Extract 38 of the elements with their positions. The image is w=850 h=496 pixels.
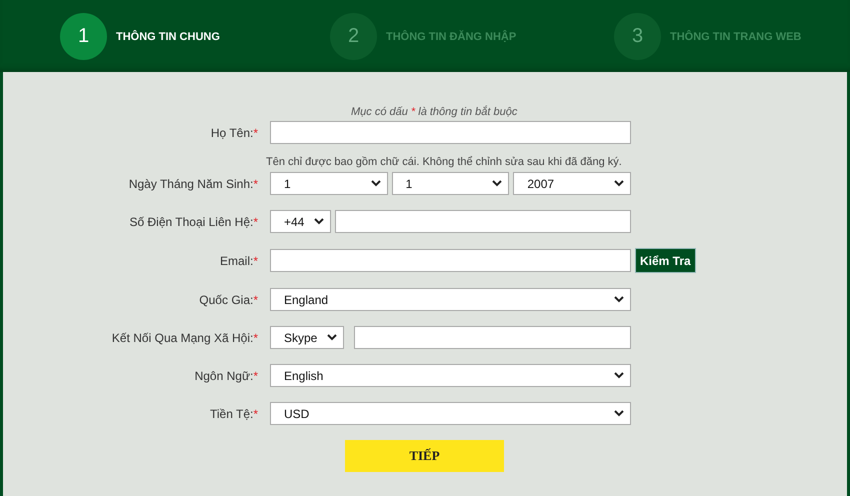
next-button[interactable]: TIẾP (345, 440, 504, 472)
chevron-icon (614, 372, 624, 379)
chevron-icon (370, 180, 381, 187)
field-label: Email:* (218, 254, 258, 268)
step-label: THÔNG TIN TRANG WEB (670, 30, 802, 42)
step-number: 1 (60, 13, 107, 60)
text-field[interactable] (354, 326, 631, 349)
chevron-icon (614, 296, 624, 303)
dropdown[interactable]: +44 (270, 210, 332, 233)
chevron-icon (314, 218, 324, 225)
field-label: Kết Nối Qua Mạng Xã Hội:* (110, 330, 258, 344)
dropdown[interactable]: 2007 (513, 172, 632, 195)
field-label: Họ Tên:* (210, 126, 258, 140)
step-label: THÔNG TIN ĐĂNG NHẬP (386, 30, 516, 42)
field-label: Tiền Tệ:* (208, 406, 258, 420)
field-label: Quốc Gia:* (198, 292, 258, 306)
field-label: Ngôn Ngữ:* (194, 368, 258, 382)
field-label: Số Điện Thoại Liên Hệ:* (128, 214, 258, 228)
chevron-icon (614, 180, 624, 187)
chevron-icon (614, 410, 624, 417)
dropdown[interactable]: 1 (392, 172, 510, 195)
step-label: THÔNG TIN CHUNG (116, 30, 220, 42)
chevron-icon (492, 180, 502, 187)
step-number: 3 (614, 13, 661, 60)
dropdown[interactable]: USD (270, 402, 631, 425)
step-number: 2 (330, 13, 377, 60)
text-field[interactable] (270, 121, 631, 144)
dropdown[interactable]: 1 (270, 172, 388, 195)
hint-text: Tên chỉ được bao gồm chữ cái. Không thể chỉnh sửa sau khi đã đăng ký. (266, 156, 623, 168)
dropdown[interactable]: England (270, 288, 631, 311)
dropdown[interactable]: English (270, 364, 631, 387)
field-label: Ngày Tháng Năm Sinh:* (128, 176, 258, 190)
dropdown[interactable]: Skype (270, 326, 344, 349)
chevron-icon (327, 334, 338, 341)
required-note: Mục có dấu * là thông tin bắt buộc (351, 106, 518, 120)
text-field[interactable] (270, 249, 631, 272)
text-field[interactable] (335, 210, 631, 233)
check-button[interactable]: Kiểm Tra (635, 248, 696, 273)
